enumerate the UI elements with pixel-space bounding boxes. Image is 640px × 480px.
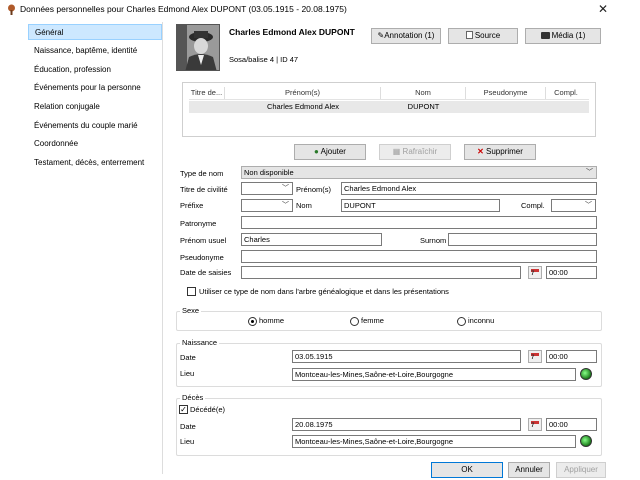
naissance-date-label: Date — [180, 353, 196, 362]
pseudonyme-input[interactable] — [241, 250, 597, 263]
sidebar: Général Naissance, baptême, identité Édu… — [28, 22, 163, 474]
patronyme-input[interactable] — [241, 216, 597, 229]
radio-homme-label: homme — [259, 316, 285, 325]
close-icon[interactable]: ✕ — [596, 2, 610, 16]
calendar-icon[interactable]: 7 — [528, 266, 542, 279]
type-nom-select[interactable]: Non disponible ﹀ — [241, 166, 597, 179]
prenom-usuel-label: Prénom usuel — [180, 236, 227, 245]
sexe-group — [176, 311, 602, 331]
sidebar-item-evenements-personne[interactable]: Événements pour la personne — [28, 80, 162, 96]
sidebar-item-testament[interactable]: Testament, décès, enterrement — [28, 155, 162, 171]
deces-lieu-input[interactable]: Montceau-les-Mines,Saône-et-Loire,Bourgo… — [292, 435, 576, 448]
annotation-button[interactable]: ✎Annotation (1) — [371, 28, 441, 44]
globe-icon[interactable] — [580, 368, 592, 380]
sidebar-item-evenements-couple[interactable]: Événements du couple marié — [28, 118, 162, 134]
add-name-button[interactable]: ● Ajouter — [294, 144, 366, 160]
radio-femme[interactable] — [350, 317, 359, 326]
sosa-id: Sosa/balise 4 | ID 47 — [229, 55, 299, 64]
add-person-icon: ● — [314, 147, 319, 156]
chevron-down-icon: ﹀ — [282, 202, 289, 209]
person-name: Charles Edmond Alex DUPONT — [229, 27, 355, 37]
prenoms-label: Prénom(s) — [296, 185, 332, 194]
calendar-icon[interactable]: 7 — [528, 350, 542, 363]
sidebar-item-general[interactable]: Général — [28, 24, 162, 40]
radio-femme-label: femme — [361, 316, 384, 325]
deces-lieu-label: Lieu — [180, 437, 195, 446]
portrait-image — [177, 25, 219, 70]
naissance-time-input[interactable]: 00:00 — [546, 350, 597, 363]
ok-button[interactable]: OK — [431, 462, 503, 478]
use-type-checkbox[interactable] — [187, 287, 196, 296]
use-type-label: Utiliser ce type de nom dans l'arbre gén… — [199, 287, 449, 296]
naissance-group-title: Naissance — [180, 338, 220, 348]
delete-icon: ✕ — [477, 147, 484, 156]
decede-label: Décédé(e) — [190, 405, 226, 414]
cell-nom: DUPONT — [407, 102, 440, 111]
radio-homme[interactable] — [248, 317, 257, 326]
sidebar-item-coordonnee[interactable]: Coordonnée — [28, 136, 162, 152]
cancel-button[interactable]: Annuler — [508, 462, 550, 478]
header-divider — [189, 99, 589, 100]
title-bar: Données personnelles pour Charles Edmond… — [0, 0, 640, 20]
chevron-down-icon: ﹀ — [586, 169, 593, 176]
titre-civilite-label: Titre de civilité — [180, 185, 228, 194]
prenoms-input[interactable]: Charles Edmond Alex — [341, 182, 597, 195]
deces-date-label: Date — [180, 422, 196, 431]
sexe-group-title: Sexe — [180, 306, 202, 316]
column-header-compl[interactable]: Compl. — [546, 87, 586, 99]
compl-label: Compl. — [521, 201, 545, 210]
deces-date-input[interactable]: 20.08.1975 — [292, 418, 521, 431]
deces-time-input[interactable]: 00:00 — [546, 418, 597, 431]
column-header-titre[interactable]: Titre de... — [189, 87, 225, 99]
cell-prenoms: Charles Edmond Alex — [266, 102, 340, 111]
refresh-button[interactable]: ▦ Rafraîchir — [379, 144, 451, 160]
names-table: Titre de... Prénom(s) Nom Pseudonyme Com… — [182, 82, 596, 137]
decede-checkbox[interactable]: ✓ — [179, 405, 188, 414]
titre-civilite-select[interactable]: ﹀ — [241, 182, 293, 195]
prefixe-label: Préfixe — [180, 201, 204, 210]
chevron-down-icon: ﹀ — [282, 185, 289, 192]
source-button[interactable]: Source — [448, 28, 518, 44]
column-header-prenoms[interactable]: Prénom(s) — [225, 87, 381, 99]
sidebar-item-education[interactable]: Éducation, profession — [28, 62, 162, 78]
globe-icon[interactable] — [580, 435, 592, 447]
window-title: Données personnelles pour Charles Edmond… — [20, 4, 347, 14]
nom-label: Nom — [296, 201, 312, 210]
date-saisies-input[interactable] — [241, 266, 521, 279]
naissance-date-input[interactable]: 03.05.1915 — [292, 350, 521, 363]
person-photo[interactable] — [176, 24, 220, 71]
prefixe-select[interactable]: ﹀ — [241, 199, 293, 212]
sidebar-item-relation-conjugale[interactable]: Relation conjugale — [28, 99, 162, 115]
pseudonyme-label: Pseudonyme — [180, 253, 224, 262]
delete-name-button[interactable]: ✕ Supprimer — [464, 144, 536, 160]
column-header-pseudonyme[interactable]: Pseudonyme — [466, 87, 546, 99]
naissance-lieu-input[interactable]: Montceau-les-Mines,Saône-et-Loire,Bourgo… — [292, 368, 576, 381]
date-saisies-time-input[interactable]: 00:00 — [546, 266, 597, 279]
compl-select[interactable]: ﹀ — [551, 199, 596, 212]
document-icon — [465, 31, 473, 39]
column-header-nom[interactable]: Nom — [381, 87, 466, 99]
surnom-input[interactable] — [448, 233, 597, 246]
surnom-label: Surnom — [420, 236, 447, 245]
sidebar-item-naissance[interactable]: Naissance, baptême, identité — [28, 43, 162, 59]
radio-inconnu-label: inconnu — [468, 316, 495, 325]
table-row[interactable]: Charles Edmond Alex DUPONT — [189, 101, 589, 113]
deces-group-title: Décès — [180, 393, 206, 403]
date-saisies-label: Date de saisies — [180, 268, 232, 277]
prenom-usuel-input[interactable]: Charles — [241, 233, 382, 246]
calendar-icon[interactable]: 7 — [528, 418, 542, 431]
radio-inconnu[interactable] — [457, 317, 466, 326]
camera-icon — [540, 32, 550, 39]
apply-button[interactable]: Appliquer — [556, 462, 606, 478]
nom-input[interactable]: DUPONT — [341, 199, 500, 212]
naissance-lieu-label: Lieu — [180, 369, 195, 378]
type-nom-label: Type de nom — [180, 169, 224, 178]
app-tree-icon — [8, 4, 15, 15]
media-button[interactable]: Média (1) — [525, 28, 601, 44]
chevron-down-icon: ﹀ — [585, 202, 592, 209]
refresh-icon: ▦ — [392, 147, 401, 156]
patronyme-label: Patronyme — [180, 219, 217, 228]
